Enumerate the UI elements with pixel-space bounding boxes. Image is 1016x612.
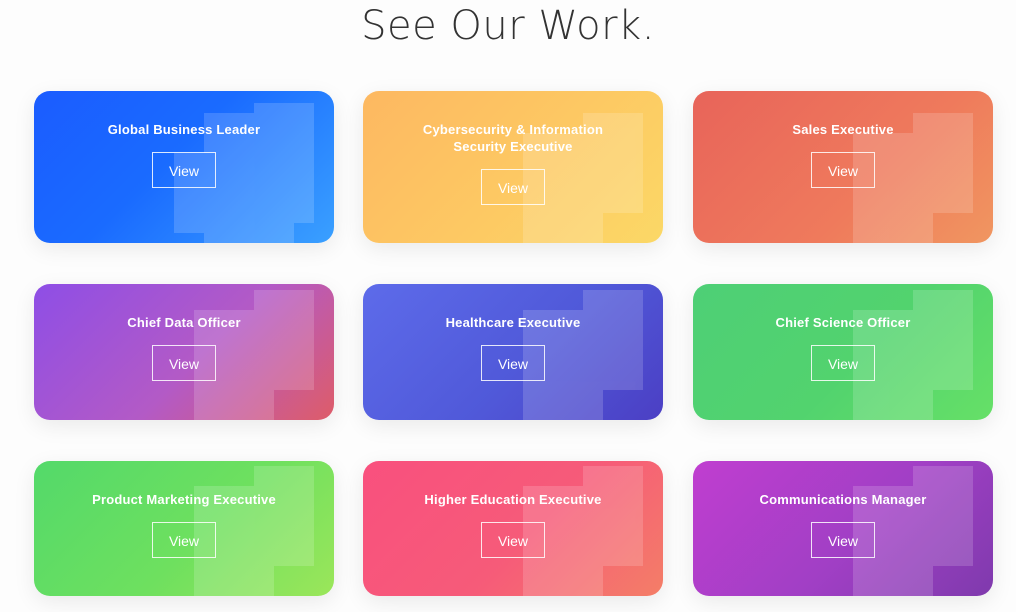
card-title: Product Marketing Executive — [92, 492, 276, 507]
view-button[interactable]: View — [481, 345, 545, 381]
view-button[interactable]: View — [481, 169, 545, 205]
portfolio-card-global-business-leader[interactable]: Global Business Leader View — [34, 91, 334, 243]
view-button[interactable]: View — [811, 522, 875, 558]
card-title: Sales Executive — [792, 122, 894, 137]
view-button[interactable]: View — [811, 152, 875, 188]
view-button[interactable]: View — [152, 522, 216, 558]
card-title: Healthcare Executive — [445, 315, 581, 330]
view-button[interactable]: View — [152, 345, 216, 381]
card-title: Chief Science Officer — [775, 315, 911, 330]
portfolio-card-sales-executive[interactable]: Sales Executive View — [693, 91, 993, 243]
card-title: Chief Data Officer — [127, 315, 241, 330]
portfolio-card-chief-science-officer[interactable]: Chief Science Officer View — [693, 284, 993, 420]
portfolio-section: See Our Work. Global Business Leader Vie… — [0, 0, 1016, 612]
card-title: Communications Manager — [759, 492, 927, 507]
card-title: Global Business Leader — [107, 122, 261, 137]
portfolio-card-higher-education-executive[interactable]: Higher Education Executive View — [363, 461, 663, 596]
page-title: See Our Work. — [361, 3, 655, 49]
portfolio-card-healthcare-executive[interactable]: Healthcare Executive View — [363, 284, 663, 420]
view-button[interactable]: View — [811, 345, 875, 381]
portfolio-card-cybersecurity-executive[interactable]: Cybersecurity & Information Security Exe… — [363, 91, 663, 243]
portfolio-card-communications-manager[interactable]: Communications Manager View — [693, 461, 993, 596]
card-title: Higher Education Executive — [424, 492, 602, 507]
portfolio-card-chief-data-officer[interactable]: Chief Data Officer View — [34, 284, 334, 420]
card-title: Cybersecurity & Information Security Exe… — [422, 122, 604, 154]
view-button[interactable]: View — [481, 522, 545, 558]
view-button[interactable]: View — [152, 152, 216, 188]
portfolio-card-product-marketing-executive[interactable]: Product Marketing Executive View — [34, 461, 334, 596]
